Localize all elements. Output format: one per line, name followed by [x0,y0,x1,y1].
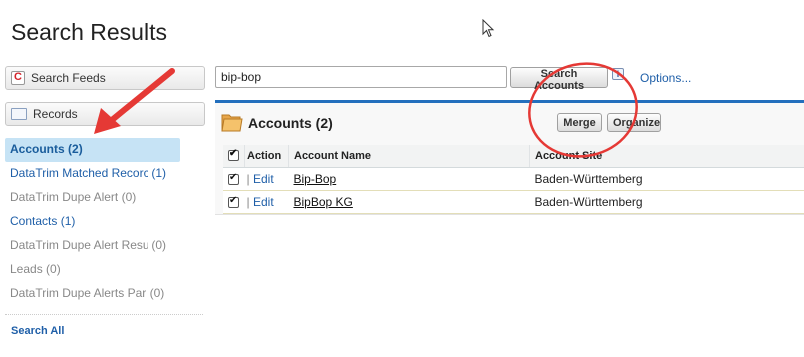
record-item-name: DataTrim Dupe Alert [10,190,119,204]
folder-icon [11,108,27,120]
select-all-checkbox-cell [223,145,245,168]
accounts-results-panel: Accounts (2) Merge Organize Action Accou… [215,100,804,215]
panel-title: Accounts (2) [248,115,333,131]
page-title: Search Results [11,19,167,45]
row-site-cell: Baden-Württemberg [529,190,804,214]
panel-header: Accounts (2) Merge Organize [215,103,804,143]
chatter-feed-icon [11,71,25,85]
record-item-leads[interactable]: Leads (0) [5,258,205,282]
account-name-link[interactable]: BipBop KG [294,195,353,209]
record-item-datatrim-dupe-alerts-param[interactable]: DataTrim Dupe Alerts Par (0) [5,282,205,306]
records-label: Records [33,107,78,121]
record-item-datatrim-dupe-alert[interactable]: DataTrim Dupe Alert (0) [5,186,205,210]
column-header-account-name[interactable]: Account Name [288,145,530,168]
search-feeds-label: Search Feeds [31,71,106,85]
pipe-separator: | [246,171,250,186]
row-checkbox-cell [223,167,245,191]
edit-link[interactable]: Edit [253,172,274,186]
pipe-separator: | [246,194,250,209]
row-checkbox[interactable] [228,195,239,208]
accounts-folder-icon [221,114,243,132]
record-item-contacts[interactable]: Contacts (1) [5,210,205,234]
record-type-list: Accounts (2) DataTrim Matched Recorc (1)… [5,138,205,306]
results-table: Action Account Name Account Site | Edit … [223,145,804,214]
record-item-count: (0) [46,262,61,276]
record-item-accounts[interactable]: Accounts (2) [5,138,180,162]
record-item-datatrim-dupe-alert-result[interactable]: DataTrim Dupe Alert Resu (0) [5,234,205,258]
record-item-count: (1) [151,166,167,180]
record-item-datatrim-matched[interactable]: DataTrim Matched Recorc (1) [5,162,205,186]
row-action-cell: | Edit [244,190,289,214]
organize-button[interactable]: Organize [607,113,661,132]
record-item-count: (2) [68,142,83,156]
row-name-cell: BipBop KG [288,190,530,214]
record-item-name: Leads [10,262,43,276]
table-row: | Edit BipBop KG Baden-Württemberg [223,190,804,214]
row-name-cell: Bip-Bop [288,167,530,191]
select-all-checkbox[interactable] [228,148,239,162]
record-item-name: Contacts [10,214,58,228]
column-header-account-site[interactable]: Account Site [529,145,804,168]
record-item-count: (1) [60,214,76,228]
edit-link[interactable]: Edit [253,195,274,209]
record-item-count: (0) [121,190,137,204]
record-item-name: Accounts [10,142,65,156]
search-accounts-button[interactable]: Search Accounts [510,67,608,92]
search-feeds-button[interactable]: Search Feeds [5,66,205,90]
row-checkbox[interactable] [228,172,239,185]
table-header-row: Action Account Name Account Site [223,145,804,168]
record-item-count: (0) [149,286,165,300]
row-action-cell: | Edit [244,167,289,191]
record-item-name: DataTrim Dupe Alerts Par [10,286,147,300]
record-item-name: DataTrim Dupe Alert Resu [10,238,148,252]
row-site-cell: Baden-Württemberg [529,167,804,191]
search-input[interactable] [215,66,507,88]
column-header-action: Action [244,145,289,168]
merge-button[interactable]: Merge [557,113,602,132]
options-link[interactable]: Options... [640,71,691,85]
row-checkbox-cell [223,190,245,214]
info-icon[interactable]: i [612,68,624,80]
mouse-pointer-icon [482,19,495,38]
table-row: | Edit Bip-Bop Baden-Württemberg [223,167,804,191]
account-name-link[interactable]: Bip-Bop [294,172,337,186]
search-all-link[interactable]: Search All [11,325,64,337]
record-item-name: DataTrim Matched Recorc [10,166,148,180]
records-button[interactable]: Records [5,102,205,126]
sidebar-divider [5,314,203,315]
record-item-count: (0) [151,238,167,252]
